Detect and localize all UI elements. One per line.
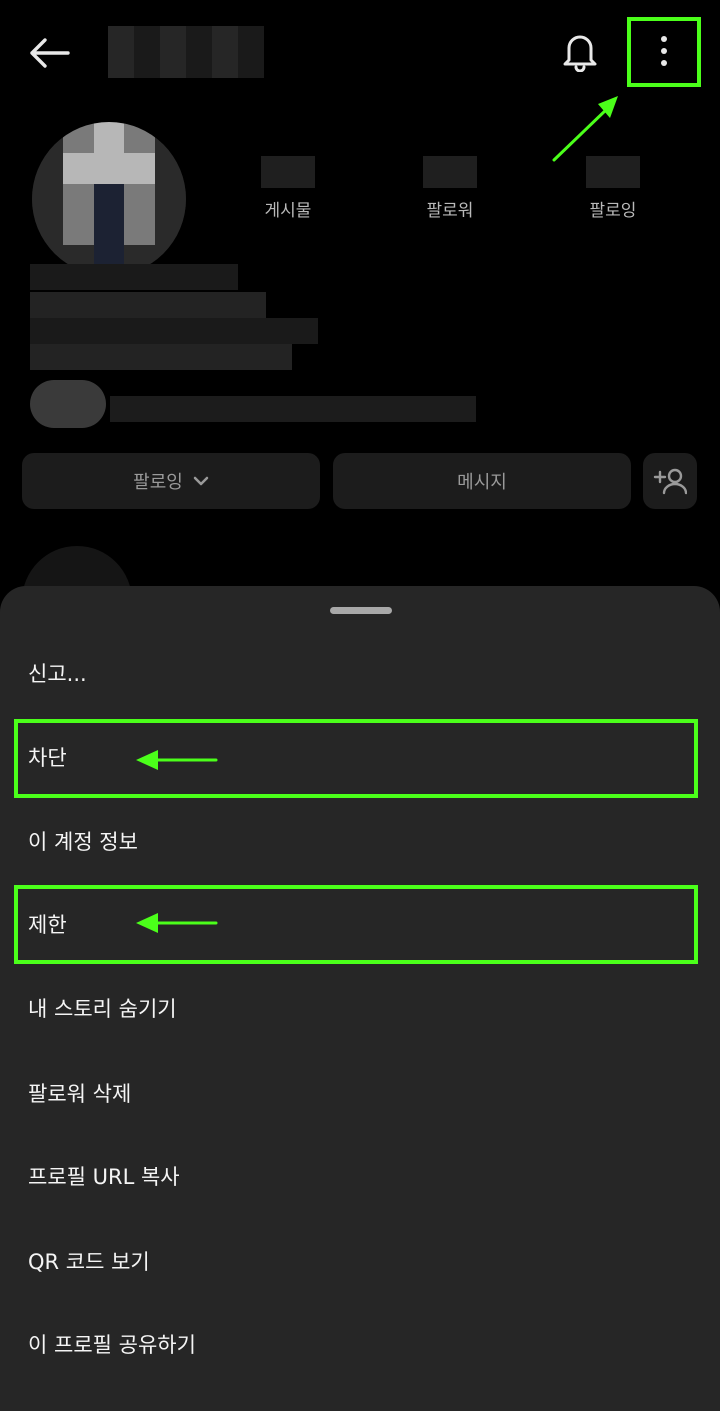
arrow-left-icon [30,38,70,68]
followers-count-blurred [423,156,477,188]
menu-item-copy-profile-url[interactable]: 프로필 URL 복사 [28,1156,628,1196]
following-stat[interactable]: 팔로잉 [553,156,673,221]
sheet-drag-handle[interactable] [330,607,392,614]
following-label: 팔로잉 [589,201,637,221]
menu-item-report[interactable]: 신고... [28,653,628,693]
annotation-arrow-icon [552,96,618,162]
menu-item-hide-story[interactable]: 내 스토리 숨기기 [28,988,628,1028]
followers-stat[interactable]: 팔로워 [390,156,510,221]
message-button-label: 메시지 [457,472,507,493]
avatar[interactable] [32,122,186,276]
add-person-button[interactable] [643,453,697,509]
back-button[interactable] [26,30,72,76]
block-annotation-box [14,719,698,798]
followers-label: 팔로워 [426,201,474,221]
notifications-button[interactable] [556,26,604,76]
posts-label: 게시물 [264,201,312,221]
menu-item-remove-follower[interactable]: 팔로워 삭제 [28,1073,628,1113]
following-count-blurred [586,156,640,188]
mutual-followers-text-blurred[interactable] [110,396,476,422]
following-button-label: 팔로잉 [133,472,183,493]
annotation-arrow-icon [136,750,218,770]
bio-line-blurred [30,292,266,318]
following-button[interactable]: 팔로잉 [22,453,320,509]
bio-line-blurred [30,264,238,290]
posts-count-blurred [261,156,315,188]
more-button-annotation-box [627,17,701,87]
posts-stat[interactable]: 게시물 [228,156,348,221]
options-bottom-sheet: 신고... 차단 이 계정 정보 제한 내 스토리 숨기기 팔로워 삭제 프로필… [0,586,720,1411]
menu-item-share-profile[interactable]: 이 프로필 공유하기 [28,1324,628,1364]
menu-item-about-account[interactable]: 이 계정 정보 [28,821,628,861]
message-button[interactable]: 메시지 [333,453,631,509]
menu-item-qr-code[interactable]: QR 코드 보기 [28,1241,628,1281]
restrict-annotation-box [14,885,698,964]
chevron-down-icon [193,476,209,486]
bell-icon [563,35,597,72]
mutual-follower-avatar [30,380,106,428]
annotation-arrow-icon [136,913,218,933]
username-blurred [108,26,264,78]
bio-line-blurred [30,344,292,370]
bio-line-blurred [30,318,318,344]
add-person-icon [653,468,687,495]
